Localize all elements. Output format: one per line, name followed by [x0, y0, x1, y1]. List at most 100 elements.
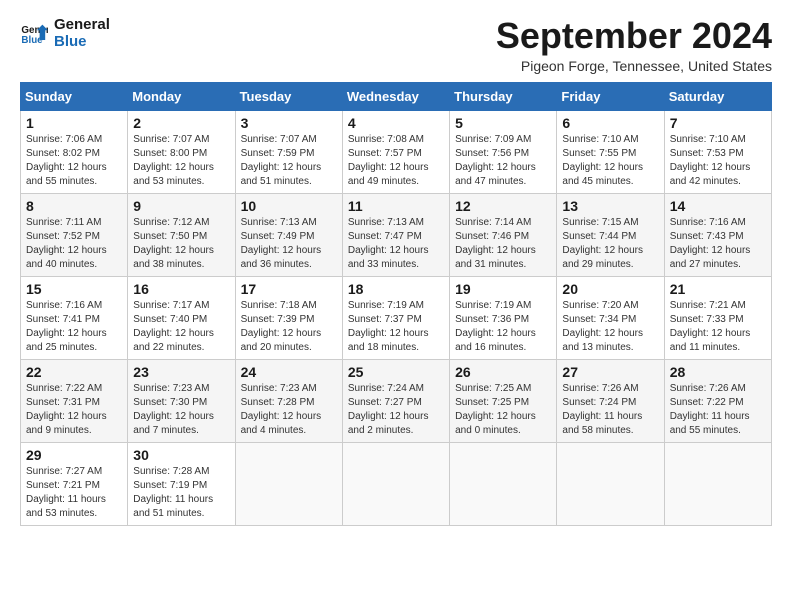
day-number: 5 [455, 115, 551, 131]
day-info: Sunrise: 7:13 AM Sunset: 7:47 PM Dayligh… [348, 216, 444, 272]
logo-general: General [54, 16, 110, 33]
day-cell [342, 442, 449, 525]
week-row-4: 22 Sunrise: 7:22 AM Sunset: 7:31 PM Dayli… [21, 359, 772, 442]
logo-blue: Blue [54, 33, 110, 50]
day-number: 14 [670, 198, 766, 214]
day-info: Sunrise: 7:23 AM Sunset: 7:30 PM Dayligh… [133, 382, 229, 438]
day-info: Sunrise: 7:25 AM Sunset: 7:25 PM Dayligh… [455, 382, 551, 438]
day-cell: 6 Sunrise: 7:10 AM Sunset: 7:55 PM Daylig… [557, 110, 664, 193]
day-info: Sunrise: 7:22 AM Sunset: 7:31 PM Dayligh… [26, 382, 122, 438]
day-cell: 19 Sunrise: 7:19 AM Sunset: 7:36 PM Dayli… [450, 276, 557, 359]
day-info: Sunrise: 7:11 AM Sunset: 7:52 PM Dayligh… [26, 216, 122, 272]
weekday-friday: Friday [557, 82, 664, 110]
weekday-monday: Monday [128, 82, 235, 110]
day-info: Sunrise: 7:17 AM Sunset: 7:40 PM Dayligh… [133, 299, 229, 355]
day-info: Sunrise: 7:18 AM Sunset: 7:39 PM Dayligh… [241, 299, 337, 355]
week-row-3: 15Sunrise: 7:16 AM Sunset: 7:41 PM Dayli… [21, 276, 772, 359]
day-number: 3 [241, 115, 337, 131]
day-info: Sunrise: 7:07 AM Sunset: 8:00 PM Dayligh… [133, 133, 229, 189]
day-cell: 24 Sunrise: 7:23 AM Sunset: 7:28 PM Dayli… [235, 359, 342, 442]
day-number: 8 [26, 198, 122, 214]
day-number: 18 [348, 281, 444, 297]
day-cell [450, 442, 557, 525]
day-info: Sunrise: 7:28 AM Sunset: 7:19 PM Dayligh… [133, 465, 229, 521]
day-cell: 8 Sunrise: 7:11 AM Sunset: 7:52 PM Daylig… [21, 193, 128, 276]
weekday-sunday: Sunday [21, 82, 128, 110]
day-cell: 1Sunrise: 7:06 AM Sunset: 8:02 PM Daylig… [21, 110, 128, 193]
day-info: Sunrise: 7:16 AM Sunset: 7:43 PM Dayligh… [670, 216, 766, 272]
day-cell: 16 Sunrise: 7:17 AM Sunset: 7:40 PM Dayli… [128, 276, 235, 359]
day-number: 13 [562, 198, 658, 214]
day-info: Sunrise: 7:26 AM Sunset: 7:24 PM Dayligh… [562, 382, 658, 438]
day-number: 24 [241, 364, 337, 380]
day-cell: 20Sunrise: 7:20 AM Sunset: 7:34 PM Dayli… [557, 276, 664, 359]
day-cell: 26 Sunrise: 7:25 AM Sunset: 7:25 PM Dayli… [450, 359, 557, 442]
day-cell: 14 Sunrise: 7:16 AM Sunset: 7:43 PM Dayli… [664, 193, 771, 276]
day-cell: 22 Sunrise: 7:22 AM Sunset: 7:31 PM Dayli… [21, 359, 128, 442]
day-number: 17 [241, 281, 337, 297]
location: Pigeon Forge, Tennessee, United States [496, 58, 772, 74]
day-cell: 10 Sunrise: 7:13 AM Sunset: 7:49 PM Dayli… [235, 193, 342, 276]
day-number: 27 [562, 364, 658, 380]
day-info: Sunrise: 7:15 AM Sunset: 7:44 PM Dayligh… [562, 216, 658, 272]
day-number: 9 [133, 198, 229, 214]
day-cell: 28 Sunrise: 7:26 AM Sunset: 7:22 PM Dayli… [664, 359, 771, 442]
day-info: Sunrise: 7:19 AM Sunset: 7:37 PM Dayligh… [348, 299, 444, 355]
month-title: September 2024 [496, 16, 772, 56]
day-number: 6 [562, 115, 658, 131]
day-number: 26 [455, 364, 551, 380]
day-info: Sunrise: 7:26 AM Sunset: 7:22 PM Dayligh… [670, 382, 766, 438]
day-number: 11 [348, 198, 444, 214]
day-cell: 27 Sunrise: 7:26 AM Sunset: 7:24 PM Dayli… [557, 359, 664, 442]
day-cell: 3Sunrise: 7:07 AM Sunset: 7:59 PM Daylig… [235, 110, 342, 193]
day-number: 25 [348, 364, 444, 380]
day-cell [235, 442, 342, 525]
day-cell: 29 Sunrise: 7:27 AM Sunset: 7:21 PM Dayli… [21, 442, 128, 525]
day-cell: 9 Sunrise: 7:12 AM Sunset: 7:50 PM Daylig… [128, 193, 235, 276]
day-info: Sunrise: 7:21 AM Sunset: 7:33 PM Dayligh… [670, 299, 766, 355]
day-info: Sunrise: 7:13 AM Sunset: 7:49 PM Dayligh… [241, 216, 337, 272]
day-number: 2 [133, 115, 229, 131]
day-number: 29 [26, 447, 122, 463]
day-number: 10 [241, 198, 337, 214]
weekday-header-row: SundayMondayTuesdayWednesdayThursdayFrid… [21, 82, 772, 110]
calendar-table: SundayMondayTuesdayWednesdayThursdayFrid… [20, 82, 772, 526]
day-cell: 2 Sunrise: 7:07 AM Sunset: 8:00 PM Daylig… [128, 110, 235, 193]
week-row-5: 29 Sunrise: 7:27 AM Sunset: 7:21 PM Dayli… [21, 442, 772, 525]
day-info: Sunrise: 7:10 AM Sunset: 7:53 PM Dayligh… [670, 133, 766, 189]
weekday-wednesday: Wednesday [342, 82, 449, 110]
day-number: 28 [670, 364, 766, 380]
logo: General Blue General Blue [20, 16, 110, 50]
header: General Blue General Blue September 2024… [20, 16, 772, 74]
logo-icon: General Blue [20, 19, 48, 47]
day-number: 16 [133, 281, 229, 297]
day-cell: 23 Sunrise: 7:23 AM Sunset: 7:30 PM Dayli… [128, 359, 235, 442]
weekday-tuesday: Tuesday [235, 82, 342, 110]
title-area: September 2024 Pigeon Forge, Tennessee, … [496, 16, 772, 74]
day-cell: 12 Sunrise: 7:14 AM Sunset: 7:46 PM Dayli… [450, 193, 557, 276]
day-info: Sunrise: 7:10 AM Sunset: 7:55 PM Dayligh… [562, 133, 658, 189]
day-number: 19 [455, 281, 551, 297]
day-info: Sunrise: 7:24 AM Sunset: 7:27 PM Dayligh… [348, 382, 444, 438]
day-info: Sunrise: 7:09 AM Sunset: 7:56 PM Dayligh… [455, 133, 551, 189]
week-row-1: 1Sunrise: 7:06 AM Sunset: 8:02 PM Daylig… [21, 110, 772, 193]
day-info: Sunrise: 7:14 AM Sunset: 7:46 PM Dayligh… [455, 216, 551, 272]
day-info: Sunrise: 7:27 AM Sunset: 7:21 PM Dayligh… [26, 465, 122, 521]
day-info: Sunrise: 7:12 AM Sunset: 7:50 PM Dayligh… [133, 216, 229, 272]
day-cell: 30Sunrise: 7:28 AM Sunset: 7:19 PM Dayli… [128, 442, 235, 525]
day-number: 23 [133, 364, 229, 380]
day-info: Sunrise: 7:19 AM Sunset: 7:36 PM Dayligh… [455, 299, 551, 355]
weekday-saturday: Saturday [664, 82, 771, 110]
week-row-2: 8 Sunrise: 7:11 AM Sunset: 7:52 PM Daylig… [21, 193, 772, 276]
day-info: Sunrise: 7:06 AM Sunset: 8:02 PM Dayligh… [26, 133, 122, 189]
day-number: 7 [670, 115, 766, 131]
day-number: 12 [455, 198, 551, 214]
day-info: Sunrise: 7:23 AM Sunset: 7:28 PM Dayligh… [241, 382, 337, 438]
day-number: 22 [26, 364, 122, 380]
day-number: 15 [26, 281, 122, 297]
day-cell: 15Sunrise: 7:16 AM Sunset: 7:41 PM Dayli… [21, 276, 128, 359]
day-cell: 7 Sunrise: 7:10 AM Sunset: 7:53 PM Daylig… [664, 110, 771, 193]
weekday-thursday: Thursday [450, 82, 557, 110]
day-info: Sunrise: 7:20 AM Sunset: 7:34 PM Dayligh… [562, 299, 658, 355]
day-cell: 11 Sunrise: 7:13 AM Sunset: 7:47 PM Dayli… [342, 193, 449, 276]
